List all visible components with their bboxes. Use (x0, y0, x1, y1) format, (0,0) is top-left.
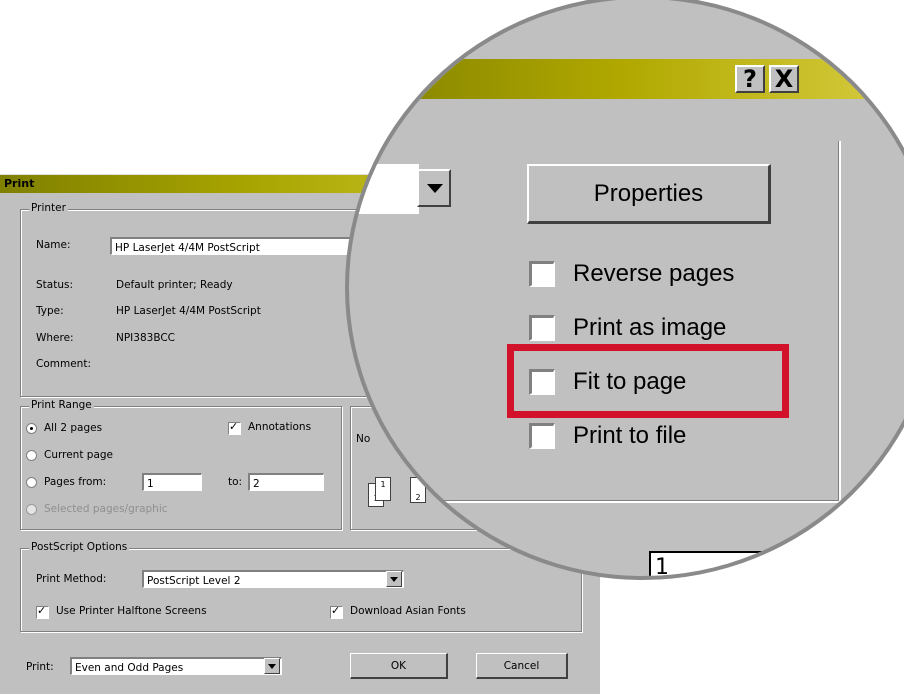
screenshot-stage: Print Printer Name: HP LaserJet 4/4M Pos… (0, 0, 904, 694)
pages-from-label: Pages from: (44, 476, 107, 488)
all-pages-radio[interactable] (26, 423, 37, 434)
properties-button[interactable]: Properties (527, 164, 771, 224)
print-method-label: Print Method: (36, 573, 107, 585)
current-page-radio[interactable] (26, 450, 37, 461)
type-value: HP LaserJet 4/4M PostScript (116, 305, 261, 317)
from-page-field[interactable]: 1 (142, 473, 202, 491)
where-value: NPI383BCC (116, 332, 176, 344)
print-as-image-checkbox[interactable] (529, 315, 555, 341)
ok-button[interactable]: OK (350, 653, 448, 679)
magnified-view: ? X Properties Reverse pages Print as im… (349, 0, 904, 580)
asian-fonts-label: Download Asian Fonts (350, 605, 466, 617)
print-as-image-label: Print as image (573, 314, 727, 341)
dialog-title: Print (4, 177, 35, 190)
type-label: Type: (36, 305, 64, 317)
where-label: Where: (36, 332, 74, 344)
annotations-label: Annotations (248, 421, 312, 433)
magnified-copies-field[interactable]: 1 (649, 551, 771, 580)
reverse-pages-checkbox[interactable] (529, 261, 555, 287)
halftone-checkbox[interactable] (36, 604, 49, 619)
print-pages-dropdown-button[interactable] (264, 658, 280, 674)
name-label: Name: (36, 239, 71, 251)
postscript-options-title: PostScript Options (29, 541, 130, 553)
selected-pages-radio[interactable] (26, 504, 37, 515)
magnified-titlebar (349, 59, 904, 99)
print-to-file-label: Print to file (573, 422, 687, 449)
close-button[interactable]: X (769, 65, 799, 93)
pages-range-radio[interactable] (26, 477, 37, 488)
fit-to-page-highlight-box (507, 344, 789, 418)
print-range-title: Print Range (29, 399, 94, 411)
status-value: Default printer; Ready (116, 279, 233, 291)
halftone-label: Use Printer Halftone Screens (56, 605, 207, 617)
annotations-checkbox[interactable] (228, 420, 241, 435)
print-to-file-checkbox[interactable] (529, 423, 555, 449)
print-pages-select[interactable]: Even and Odd Pages (70, 657, 282, 675)
status-label: Status: (36, 279, 73, 291)
print-label: Print: (26, 661, 54, 673)
properties-button-label: Properties (593, 180, 704, 207)
selected-pages-label: Selected pages/graphic (44, 503, 168, 515)
magnifier-lens: ? X Properties Reverse pages Print as im… (345, 0, 904, 580)
asian-fonts-checkbox[interactable] (330, 604, 343, 619)
to-page-field[interactable]: 2 (248, 473, 324, 491)
printer-group-title: Printer (29, 202, 68, 214)
current-page-label: Current page (44, 449, 113, 461)
comment-label: Comment: (36, 358, 91, 370)
reverse-pages-label: Reverse pages (573, 260, 735, 287)
magnified-dropdown-button[interactable] (417, 169, 451, 207)
cancel-button[interactable]: Cancel (476, 653, 568, 679)
magnified-copies-value: 1 (655, 555, 669, 580)
to-label: to: (228, 476, 243, 488)
printer-name-field[interactable]: HP LaserJet 4/4M PostScript (110, 237, 360, 255)
all-pages-label: All 2 pages (44, 422, 103, 434)
magnified-printer-field[interactable] (349, 164, 419, 214)
help-button[interactable]: ? (735, 65, 765, 93)
